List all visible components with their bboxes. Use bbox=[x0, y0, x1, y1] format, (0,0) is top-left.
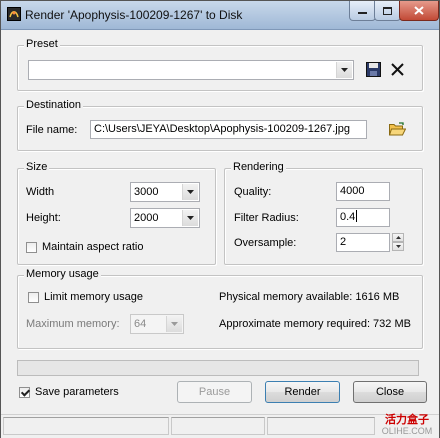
spin-up-icon[interactable] bbox=[392, 233, 404, 242]
status-panel bbox=[171, 417, 265, 435]
width-value: 3000 bbox=[134, 186, 159, 198]
save-preset-button[interactable] bbox=[364, 60, 382, 78]
height-label: Height: bbox=[26, 212, 61, 224]
browse-button[interactable] bbox=[388, 120, 406, 138]
width-combo[interactable]: 3000 bbox=[130, 182, 200, 202]
window-title: Render 'Apophysis-100209-1267' to Disk bbox=[25, 8, 243, 22]
destination-group: Destination File name: C:\Users\JEYA\Des… bbox=[17, 99, 423, 151]
width-label: Width bbox=[26, 186, 55, 198]
filter-radius-value: 0.4 bbox=[340, 211, 356, 223]
oversample-label: Oversample: bbox=[234, 237, 297, 249]
size-legend: Size bbox=[24, 161, 50, 173]
render-dialog: Render 'Apophysis-100209-1267' to Disk P… bbox=[0, 0, 440, 438]
maximum-memory-combo[interactable]: 64 bbox=[130, 314, 184, 334]
memory-legend: Memory usage bbox=[24, 268, 101, 280]
preset-combo[interactable] bbox=[28, 60, 354, 80]
title-bar[interactable]: Render 'Apophysis-100209-1267' to Disk bbox=[1, 1, 439, 30]
oversample-spinner[interactable] bbox=[392, 233, 404, 252]
save-parameters-label[interactable]: Save parameters bbox=[35, 386, 119, 398]
filter-radius-label: Filter Radius: bbox=[234, 212, 299, 224]
save-parameters-checkbox[interactable] bbox=[19, 387, 30, 398]
render-button[interactable]: Render bbox=[265, 381, 340, 403]
maintain-aspect-checkbox[interactable] bbox=[26, 242, 37, 253]
maintain-aspect-label[interactable]: Maintain aspect ratio bbox=[42, 241, 144, 253]
limit-memory-label[interactable]: Limit memory usage bbox=[44, 291, 143, 303]
status-bar: 活力盒子 OLIHE.COM bbox=[1, 414, 439, 438]
memory-group: Memory usage Limit memory usage Maximum … bbox=[17, 268, 423, 349]
chevron-down-icon[interactable] bbox=[166, 316, 182, 332]
preset-group: Preset bbox=[17, 38, 423, 91]
maximize-icon bbox=[383, 6, 392, 15]
pause-button[interactable]: Pause bbox=[177, 381, 252, 403]
watermark-logo: 活力盒子 OLIHE.COM bbox=[378, 415, 436, 438]
physical-memory-text: Physical memory available: 1616 MB bbox=[219, 291, 400, 303]
close-window-button[interactable] bbox=[399, 1, 439, 21]
limit-memory-checkbox[interactable] bbox=[28, 292, 39, 303]
size-group: Size Width 3000 Height: 2000 Maintain as… bbox=[17, 161, 216, 265]
dialog-body: Preset Destination File name: C:\Users\J… bbox=[9, 30, 431, 430]
text-caret bbox=[356, 210, 358, 222]
height-combo[interactable]: 2000 bbox=[130, 208, 200, 228]
height-value: 2000 bbox=[134, 212, 159, 224]
watermark-subtext: OLIHE.COM bbox=[381, 426, 433, 436]
chevron-down-icon[interactable] bbox=[336, 62, 352, 78]
status-panel bbox=[3, 417, 169, 435]
rendering-group: Rendering Quality: 4000 Filter Radius: 0… bbox=[224, 161, 423, 265]
preset-legend: Preset bbox=[24, 38, 60, 50]
file-name-label: File name: bbox=[26, 124, 78, 136]
quality-field[interactable]: 4000 bbox=[336, 182, 390, 201]
maximum-memory-label: Maximum memory: bbox=[26, 318, 120, 330]
close-button[interactable]: Close bbox=[353, 381, 427, 403]
minimize-icon bbox=[358, 11, 367, 14]
watermark-text: 活力盒子 bbox=[385, 414, 429, 426]
render-progress-bar bbox=[17, 360, 419, 376]
status-panel bbox=[267, 417, 375, 435]
filter-radius-field[interactable]: 0.4 bbox=[336, 208, 390, 227]
render-icon bbox=[7, 7, 21, 21]
chevron-down-icon[interactable] bbox=[182, 184, 198, 200]
maximize-button[interactable] bbox=[374, 1, 401, 21]
floppy-save-icon bbox=[365, 61, 381, 77]
quality-label: Quality: bbox=[234, 186, 272, 198]
open-folder-icon bbox=[388, 122, 406, 136]
destination-legend: Destination bbox=[24, 99, 84, 111]
x-delete-icon bbox=[390, 62, 404, 76]
delete-preset-button[interactable] bbox=[388, 60, 406, 78]
file-name-field[interactable]: C:\Users\JEYA\Desktop\Apophysis-100209-1… bbox=[90, 120, 367, 139]
minimize-button[interactable] bbox=[349, 1, 376, 21]
approx-memory-text: Approximate memory required: 732 MB bbox=[219, 318, 411, 330]
rendering-legend: Rendering bbox=[231, 161, 286, 173]
spin-down-icon[interactable] bbox=[392, 242, 404, 251]
oversample-field[interactable]: 2 bbox=[336, 233, 390, 252]
close-icon bbox=[414, 6, 424, 15]
maximum-memory-value: 64 bbox=[134, 318, 147, 330]
chevron-down-icon[interactable] bbox=[182, 210, 198, 226]
